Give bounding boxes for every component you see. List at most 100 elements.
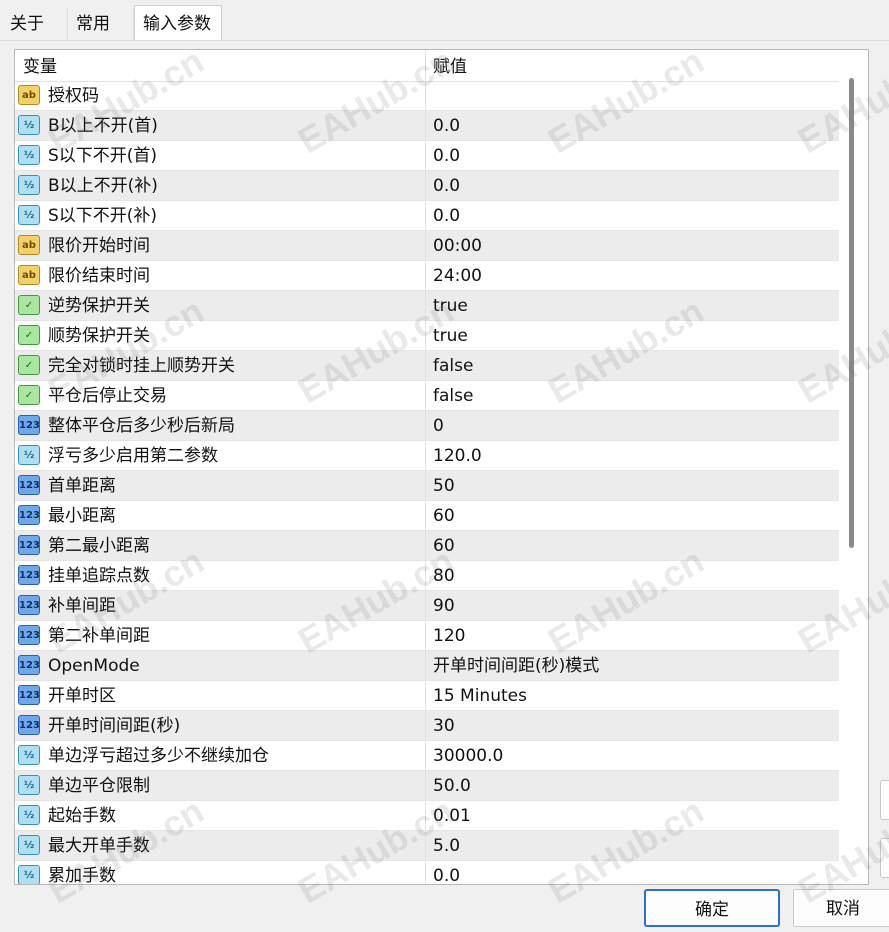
table-row[interactable]: 123 开单时区 15 Minutes — [15, 681, 839, 711]
table-row[interactable]: ½ B以上不开(首) 0.0 — [15, 111, 839, 141]
table-row[interactable]: ab 限价结束时间 24:00 — [15, 261, 839, 291]
table-row[interactable]: 123 开单时间间距(秒) 30 — [15, 711, 839, 741]
param-value[interactable]: 15 Minutes — [433, 681, 527, 711]
column-divider — [425, 741, 426, 770]
param-value[interactable]: false — [433, 381, 473, 411]
param-name: 补单间距 — [48, 596, 116, 616]
side-button-fragment[interactable] — [880, 780, 889, 820]
table-row[interactable]: ab 限价开始时间 00:00 — [15, 231, 839, 261]
integer-type-icon: 123 — [18, 715, 40, 735]
param-name: 完全对锁时挂上顺势开关 — [48, 356, 235, 376]
table-row[interactable]: ½ S以下不开(补) 0.0 — [15, 201, 839, 231]
param-value[interactable]: false — [433, 351, 473, 381]
table-row[interactable]: ab 授权码 — [15, 81, 839, 111]
tab-common[interactable]: 常用 — [68, 8, 134, 40]
scrollbar-thumb[interactable] — [849, 78, 854, 548]
table-row[interactable]: ½ 起始手数 0.01 — [15, 801, 839, 831]
param-value[interactable]: 120.0 — [433, 441, 482, 471]
param-name: 开单时间间距(秒) — [48, 716, 181, 736]
header-divider[interactable] — [425, 50, 426, 81]
param-value[interactable]: 90 — [433, 591, 455, 621]
double-type-icon: ½ — [18, 775, 40, 795]
param-value[interactable]: 0.0 — [433, 201, 460, 231]
param-value[interactable]: 5.0 — [433, 831, 460, 861]
column-divider — [425, 651, 426, 680]
table-row[interactable]: ✓ 逆势保护开关 true — [15, 291, 839, 321]
double-type-icon: ½ — [18, 175, 40, 195]
param-name: B以上不开(补) — [48, 176, 158, 196]
param-name: S以下不开(补) — [48, 206, 158, 226]
double-type-icon: ½ — [18, 205, 40, 225]
param-name: 限价结束时间 — [48, 266, 150, 286]
column-divider — [425, 831, 426, 860]
param-name: 起始手数 — [48, 806, 116, 826]
param-value[interactable]: 50 — [433, 471, 455, 501]
param-value[interactable]: true — [433, 321, 468, 351]
double-type-icon: ½ — [18, 145, 40, 165]
table-row[interactable]: ½ 浮亏多少启用第二参数 120.0 — [15, 441, 839, 471]
param-value[interactable]: true — [433, 291, 468, 321]
header-variable[interactable]: 变量 — [23, 50, 57, 84]
column-divider — [425, 501, 426, 530]
table-row[interactable]: ½ 单边浮亏超过多少不继续加仓 30000.0 — [15, 741, 839, 771]
table-row[interactable]: 123 OpenMode 开单时间间距(秒)模式 — [15, 651, 839, 681]
param-value[interactable]: 0.0 — [433, 111, 460, 141]
table-row[interactable]: ✓ 顺势保护开关 true — [15, 321, 839, 351]
column-divider — [425, 531, 426, 560]
param-value[interactable]: 开单时间间距(秒)模式 — [433, 651, 599, 681]
param-name: B以上不开(首) — [48, 116, 158, 136]
table-row[interactable]: 123 首单距离 50 — [15, 471, 839, 501]
param-value[interactable]: 0 — [433, 411, 444, 441]
param-value[interactable]: 0.0 — [433, 171, 460, 201]
table-row[interactable]: ½ 最大开单手数 5.0 — [15, 831, 839, 861]
column-divider — [425, 561, 426, 590]
table-row[interactable]: ✓ 完全对锁时挂上顺势开关 false — [15, 351, 839, 381]
param-value[interactable]: 120 — [433, 621, 465, 651]
bool-type-icon: ✓ — [18, 385, 40, 405]
column-divider — [425, 861, 426, 884]
table-row[interactable]: ½ B以上不开(补) 0.0 — [15, 171, 839, 201]
column-divider — [425, 411, 426, 440]
param-value[interactable]: 0.01 — [433, 801, 471, 831]
param-value[interactable]: 0.0 — [433, 861, 460, 884]
cancel-button[interactable]: 取消 — [793, 889, 889, 927]
string-type-icon: ab — [18, 85, 40, 105]
double-type-icon: ½ — [18, 805, 40, 825]
header-value[interactable]: 赋值 — [433, 50, 467, 84]
ok-button[interactable]: 确定 — [644, 889, 780, 927]
table-row[interactable]: 123 第二最小距离 60 — [15, 531, 839, 561]
tab-about[interactable]: 关于 — [2, 8, 68, 40]
table-row[interactable]: ½ 单边平仓限制 50.0 — [15, 771, 839, 801]
param-name: OpenMode — [48, 656, 140, 676]
param-value[interactable]: 30000.0 — [433, 741, 503, 771]
param-value[interactable]: 00:00 — [433, 231, 482, 261]
integer-type-icon: 123 — [18, 475, 40, 495]
table-row[interactable]: 123 补单间距 90 — [15, 591, 839, 621]
table-row[interactable]: 123 第二补单间距 120 — [15, 621, 839, 651]
param-name: 顺势保护开关 — [48, 326, 150, 346]
param-name: 开单时区 — [48, 686, 116, 706]
bool-type-icon: ✓ — [18, 295, 40, 315]
table-body: ab 授权码 ½ B以上不开(首) 0.0 ½ S以下不开(首) 0.0 ½ B以上不开(补) 0.… — [15, 81, 839, 884]
integer-type-icon: 123 — [18, 565, 40, 585]
param-value[interactable]: 80 — [433, 561, 455, 591]
param-value[interactable]: 60 — [433, 531, 455, 561]
param-value[interactable]: 30 — [433, 711, 455, 741]
table-row[interactable]: ✓ 平仓后停止交易 false — [15, 381, 839, 411]
table-row[interactable]: 123 最小距离 60 — [15, 501, 839, 531]
tab-input-params[interactable]: 输入参数 — [134, 5, 222, 41]
table-row[interactable]: ½ 累加手数 0.0 — [15, 861, 839, 884]
side-button-fragment[interactable] — [880, 838, 889, 878]
param-value[interactable]: 0.0 — [433, 141, 460, 171]
param-value[interactable]: 60 — [433, 501, 455, 531]
param-value[interactable]: 24:00 — [433, 261, 482, 291]
column-divider — [425, 201, 426, 230]
param-name: 单边浮亏超过多少不继续加仓 — [48, 746, 269, 766]
table-row[interactable]: 123 挂单追踪点数 80 — [15, 561, 839, 591]
table-row[interactable]: 123 整体平仓后多少秒后新局 0 — [15, 411, 839, 441]
table-row[interactable]: ½ S以下不开(首) 0.0 — [15, 141, 839, 171]
param-value[interactable]: 50.0 — [433, 771, 471, 801]
column-divider — [425, 81, 426, 110]
integer-type-icon: 123 — [18, 625, 40, 645]
enum-type-icon: 123 — [18, 655, 40, 675]
